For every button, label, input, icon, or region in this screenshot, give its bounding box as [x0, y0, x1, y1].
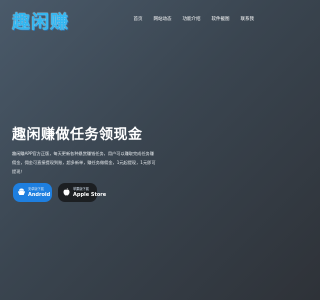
hero-title: 趣闲赚做任务领现金	[12, 127, 143, 143]
nav-item-contact[interactable]: 联系我	[241, 16, 255, 22]
logo-text: 趣闲赚	[12, 12, 69, 33]
android-button-label: Android	[28, 192, 51, 198]
hero-description: 趣闲赚APP官方正版，每天更新各种悬赏赚钱任务，用户可以赚取完成任务赚佣金，佣金…	[12, 151, 156, 174]
apple-button-label: Apple Store	[73, 192, 107, 198]
android-download-button[interactable]: 安卓版下载 Android	[13, 183, 52, 202]
main-nav: 首页 网站动态 功能介绍 软件截图 联系我	[134, 16, 255, 22]
nav-item-home[interactable]: 首页	[134, 16, 143, 22]
nav-item-screenshots[interactable]: 软件截图	[212, 16, 230, 22]
apple-download-button[interactable]: 苹果版下载 Apple Store	[58, 183, 106, 202]
nav-item-news[interactable]: 网站动态	[154, 16, 172, 22]
site-logo[interactable]: 趣闲赚	[12, 8, 69, 34]
android-icon	[18, 188, 25, 198]
nav-item-features[interactable]: 功能介绍	[183, 16, 201, 22]
apple-icon	[63, 187, 70, 198]
